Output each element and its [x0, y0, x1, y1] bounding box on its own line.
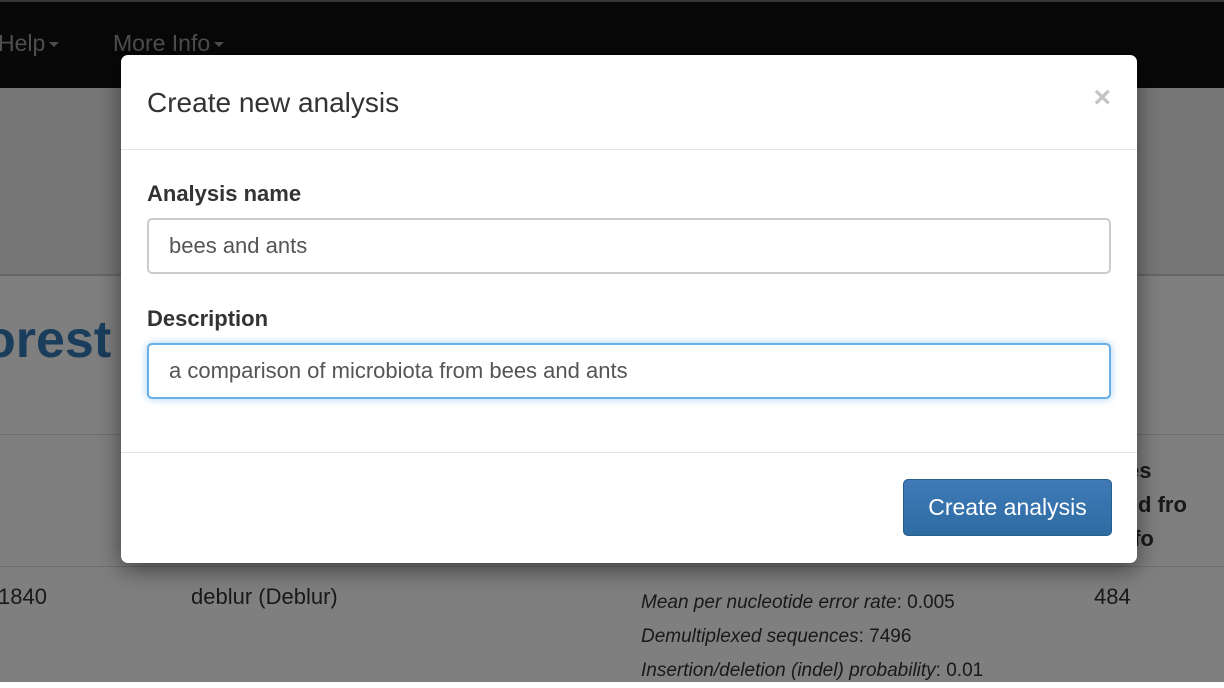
description-label: Description: [147, 306, 269, 331]
create-analysis-button[interactable]: Create analysis: [903, 479, 1112, 536]
analysis-name-input[interactable]: [147, 218, 1111, 274]
description-input[interactable]: [147, 343, 1111, 399]
close-icon[interactable]: ×: [1093, 83, 1111, 113]
modal-footer: Create analysis: [121, 452, 1137, 564]
create-analysis-modal: Create new analysis × Analysis name Desc…: [121, 55, 1137, 563]
modal-header: Create new analysis ×: [121, 55, 1137, 150]
analysis-name-label: Analysis name: [147, 181, 302, 206]
modal-title: Create new analysis: [147, 87, 400, 118]
